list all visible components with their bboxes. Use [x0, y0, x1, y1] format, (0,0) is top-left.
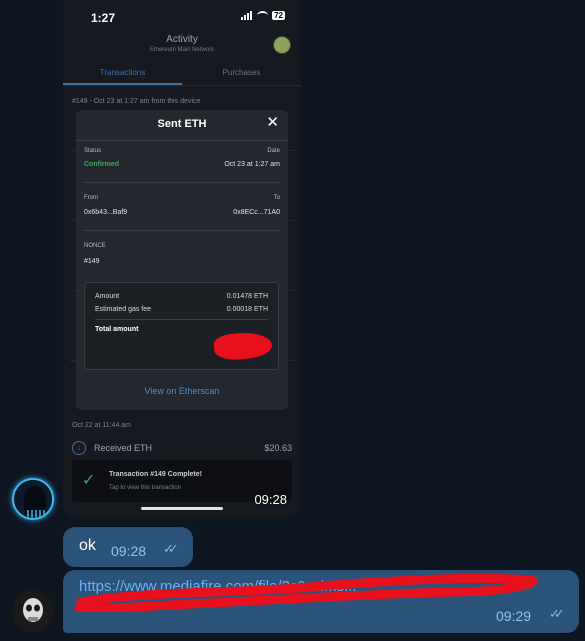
- total-amount-label: Total amount: [95, 326, 139, 333]
- transaction-header: #149 - Oct 23 at 1:27 am from this devic…: [72, 98, 201, 105]
- modal-title: Sent ETH: [157, 118, 207, 130]
- message-text: ok: [79, 537, 96, 554]
- checkmark-icon: ✓: [82, 472, 96, 489]
- received-label: Received ETH: [94, 443, 153, 453]
- redaction-scribble: [74, 573, 538, 612]
- amount-label: Amount: [95, 293, 120, 300]
- redaction-scribble: [213, 331, 273, 361]
- date-group-label: Oct 22 at 11:44 am: [72, 422, 132, 429]
- double-check-icon: ✓✓: [163, 541, 179, 556]
- network-label: Ethereum Main Network: [149, 47, 215, 53]
- toast-title: Transaction #149 Complete!: [109, 471, 202, 478]
- status-time: 1:27: [91, 11, 116, 25]
- activity-title: Activity: [166, 34, 198, 45]
- close-icon: ✕: [266, 114, 279, 131]
- signal-icon: [241, 11, 253, 20]
- from-address: 0x6b43...Baf9: [84, 209, 128, 216]
- app-header: Activity Ethereum Main Network: [63, 32, 301, 53]
- message-time: 09:28: [254, 492, 287, 507]
- to-label: To: [273, 195, 280, 201]
- amount-value: 0.01478 ETH: [226, 293, 268, 300]
- amount-card: Amount 0.01478 ETH Estimated gas fee 0.0…: [84, 282, 279, 370]
- divider: [76, 140, 288, 141]
- nonce-label: NONCE: [84, 243, 106, 249]
- gas-fee-label: Estimated gas fee: [95, 306, 152, 313]
- status-icons: 72: [241, 11, 285, 20]
- view-on-etherscan-link: View on Etherscan: [144, 386, 220, 396]
- date-value: Oct 23 at 1:27 am: [224, 161, 280, 168]
- wifi-icon: [257, 11, 269, 20]
- contact-avatar[interactable]: [12, 478, 54, 520]
- to-address: 0x8ECc...71A0: [233, 209, 280, 216]
- receive-arrow-icon: ↓: [72, 441, 86, 455]
- nonce-value: #149: [84, 258, 100, 265]
- from-label: From: [84, 195, 98, 201]
- tabs: Transactions Purchases: [63, 64, 301, 86]
- account-avatar-icon: [273, 36, 291, 54]
- battery-icon: 72: [272, 11, 285, 20]
- status-bar: 1:27 72: [63, 0, 301, 34]
- message-time: 09:28: [111, 543, 147, 559]
- photo-message[interactable]: 1:27 72 Activity Ethereum Main Network T…: [63, 0, 301, 518]
- tab-transactions: Transactions: [63, 64, 182, 85]
- link-message-bubble[interactable]: https://www.mediafire.com/file/3c0ssims.…: [63, 570, 579, 633]
- received-eth-row: ↓ Received ETH $20.63: [72, 440, 292, 456]
- home-indicator: [141, 507, 223, 510]
- double-check-icon: ✓✓: [549, 606, 565, 621]
- toast-subtitle: Tap to view this transaction: [109, 485, 182, 491]
- user-avatar[interactable]: [12, 590, 54, 632]
- status-label: Status: [84, 148, 102, 154]
- status-value: Confirmed: [84, 161, 119, 168]
- received-amount: $20.63: [264, 443, 292, 453]
- message-time: 09:29: [496, 608, 532, 624]
- message-bubble[interactable]: ok 09:28 ✓✓: [63, 527, 193, 567]
- wallet-screenshot: 1:27 72 Activity Ethereum Main Network T…: [63, 0, 301, 518]
- sent-eth-modal: Sent ETH ✕ Status Date Confirmed Oct 23 …: [76, 110, 288, 410]
- gas-fee-value: 0.00018 ETH: [226, 306, 268, 313]
- modal-body: Status Date Confirmed Oct 23 at 1:27 am …: [84, 148, 280, 265]
- tab-purchases: Purchases: [222, 68, 261, 77]
- date-label: Date: [267, 148, 280, 154]
